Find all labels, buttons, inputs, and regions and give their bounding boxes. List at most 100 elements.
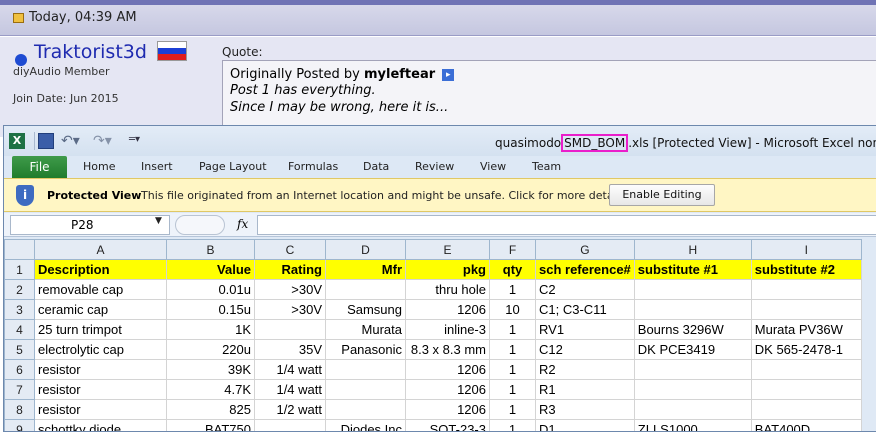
cell[interactable]: electrolytic cap: [34, 339, 167, 360]
cell[interactable]: Bourns 3296W: [633, 319, 752, 340]
cell[interactable]: 1206: [405, 399, 490, 420]
enable-editing-button[interactable]: Enable Editing: [609, 184, 715, 206]
cell[interactable]: R2: [535, 359, 635, 380]
cell[interactable]: [750, 399, 862, 420]
cell[interactable]: 8.3 x 8.3 mm: [405, 339, 490, 360]
tab-page-layout[interactable]: Page Layout: [199, 160, 267, 173]
cell[interactable]: 1/2 watt: [254, 399, 326, 420]
save-icon[interactable]: [38, 133, 54, 149]
protected-view-bar[interactable]: i Protected View This file originated fr…: [4, 178, 876, 212]
formula-expand-handle[interactable]: [175, 215, 225, 235]
cell[interactable]: [750, 379, 862, 400]
cell[interactable]: 1206: [405, 299, 490, 320]
cell[interactable]: [325, 279, 406, 300]
cell[interactable]: 1: [489, 339, 536, 360]
cell[interactable]: [633, 279, 752, 300]
cell[interactable]: C2: [535, 279, 635, 300]
cell[interactable]: [325, 359, 406, 380]
cell[interactable]: thru hole: [405, 279, 490, 300]
cell[interactable]: [633, 379, 752, 400]
cell[interactable]: schottky diode: [34, 419, 167, 431]
row-header[interactable]: 9: [4, 419, 35, 431]
cell[interactable]: 1: [489, 419, 536, 431]
tab-review[interactable]: Review: [415, 160, 454, 173]
insert-function-icon[interactable]: fx: [237, 217, 248, 231]
cell[interactable]: resistor: [34, 379, 167, 400]
cell[interactable]: DK PCE3419: [633, 339, 752, 360]
cell[interactable]: Value: [166, 259, 255, 280]
cell[interactable]: 0.01u: [166, 279, 255, 300]
cell[interactable]: 220u: [166, 339, 255, 360]
undo-icon[interactable]: ↶▾: [61, 133, 80, 149]
cell[interactable]: C12: [535, 339, 635, 360]
tab-insert[interactable]: Insert: [141, 160, 173, 173]
cell[interactable]: qty: [489, 259, 536, 280]
protected-view-message[interactable]: This file originated from an Internet lo…: [141, 189, 629, 202]
username-link[interactable]: Traktorist3d: [34, 41, 147, 63]
cell[interactable]: BAT400D: [750, 419, 862, 431]
tab-team[interactable]: Team: [532, 160, 561, 173]
cell[interactable]: substitute #2: [750, 259, 862, 280]
cell[interactable]: [750, 359, 862, 380]
customize-toolbar-icon[interactable]: ═▾: [129, 134, 140, 145]
select-all-corner[interactable]: [4, 239, 35, 260]
column-header[interactable]: C: [254, 239, 326, 260]
excel-icon[interactable]: X: [9, 133, 25, 149]
cell[interactable]: >30V: [254, 299, 326, 320]
cell[interactable]: [633, 299, 752, 320]
cell[interactable]: [633, 359, 752, 380]
row-header[interactable]: 1: [4, 259, 35, 280]
column-header[interactable]: E: [405, 239, 490, 260]
cell[interactable]: substitute #1: [633, 259, 752, 280]
tab-view[interactable]: View: [480, 160, 506, 173]
cell[interactable]: 1K: [166, 319, 255, 340]
chevron-down-icon[interactable]: ▼: [155, 216, 162, 226]
cell[interactable]: D1: [535, 419, 635, 431]
cell[interactable]: sch reference#: [535, 259, 635, 280]
cell[interactable]: 825: [166, 399, 255, 420]
cell[interactable]: R3: [535, 399, 635, 420]
row-header[interactable]: 2: [4, 279, 35, 300]
cell[interactable]: 25 turn trimpot: [34, 319, 167, 340]
cell[interactable]: C1; C3-C11: [535, 299, 635, 320]
cell[interactable]: [750, 279, 862, 300]
row-header[interactable]: 4: [4, 319, 35, 340]
row-header[interactable]: 3: [4, 299, 35, 320]
cell[interactable]: [254, 319, 326, 340]
cell[interactable]: 0.15u: [166, 299, 255, 320]
tab-home[interactable]: Home: [83, 160, 115, 173]
cell[interactable]: ceramic cap: [34, 299, 167, 320]
row-header[interactable]: 8: [4, 399, 35, 420]
cell[interactable]: DK 565-2478-1: [750, 339, 862, 360]
cell[interactable]: 1206: [405, 379, 490, 400]
column-header[interactable]: F: [489, 239, 536, 260]
tab-file[interactable]: File: [12, 156, 67, 178]
cell[interactable]: 1: [489, 379, 536, 400]
cell[interactable]: 1: [489, 279, 536, 300]
cell[interactable]: Panasonic: [325, 339, 406, 360]
cell[interactable]: 1206: [405, 359, 490, 380]
cell[interactable]: 1/4 watt: [254, 359, 326, 380]
cell[interactable]: 35V: [254, 339, 326, 360]
cell[interactable]: 1: [489, 399, 536, 420]
column-header[interactable]: D: [325, 239, 406, 260]
cell[interactable]: resistor: [34, 399, 167, 420]
cell[interactable]: 4.7K: [166, 379, 255, 400]
cell[interactable]: 1: [489, 359, 536, 380]
name-box[interactable]: P28: [10, 215, 170, 235]
cell[interactable]: [633, 399, 752, 420]
row-header[interactable]: 7: [4, 379, 35, 400]
row-header[interactable]: 6: [4, 359, 35, 380]
cell[interactable]: 1/4 watt: [254, 379, 326, 400]
tab-formulas[interactable]: Formulas: [288, 160, 338, 173]
column-header[interactable]: A: [34, 239, 167, 260]
cell[interactable]: pkg: [405, 259, 490, 280]
cell[interactable]: resistor: [34, 359, 167, 380]
formula-input[interactable]: [257, 215, 876, 235]
cell[interactable]: Murata PV36W: [750, 319, 862, 340]
cell[interactable]: BAT750: [166, 419, 255, 431]
cell[interactable]: removable cap: [34, 279, 167, 300]
column-header[interactable]: H: [633, 239, 752, 260]
cell[interactable]: Samsung: [325, 299, 406, 320]
cell[interactable]: SOT-23-3: [405, 419, 490, 431]
